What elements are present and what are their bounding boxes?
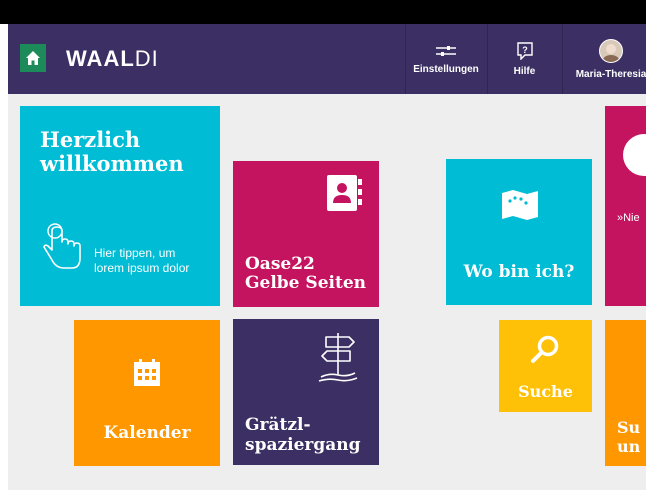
graetzl-spaziergang-tile[interactable]: Grätzl- spaziergang [233,319,379,465]
help-icon: ? [516,41,533,60]
gelbe-seiten-label: Oase22 Gelbe Seiten [245,254,366,293]
kalender-tile[interactable]: Kalender [74,320,220,466]
promo-tile[interactable]: »Nie [605,106,646,306]
home-button[interactable] [20,44,46,72]
settings-button[interactable]: Einstellungen [405,24,487,94]
app-screen: WAALDI Einstellungen ? Hilfe Maria-There… [8,24,646,490]
welcome-hint: Hier tippen, um lorem ipsum dolor [94,246,190,275]
welcome-tile[interactable]: Herzlich willkommen Hier tippen, um lore… [20,106,220,306]
hand-pointer-icon [43,223,81,269]
help-label: Hilfe [513,65,536,77]
sliders-icon [436,45,456,56]
partial-tile[interactable]: Su un [605,320,646,466]
partial-tile-label: Su un [617,418,641,456]
address-book-icon [327,175,362,211]
wo-bin-ich-label: Wo bin ich? [463,262,575,282]
user-profile-button[interactable]: Maria-Theresia [566,24,646,94]
signpost-icon [318,333,358,382]
settings-label: Einstellungen [413,63,479,75]
help-button[interactable]: ? Hilfe [487,24,562,94]
map-icon [502,190,538,220]
promo-icon [623,134,646,176]
promo-text: »Nie [617,212,640,224]
suche-label: Suche [518,382,573,401]
welcome-title: Herzlich willkommen [40,127,184,176]
graetzl-label: Grätzl- spaziergang [245,415,361,455]
user-name: Maria-Theresia [575,68,646,80]
avatar [599,38,623,63]
home-icon [26,51,40,65]
header-divider [562,24,563,94]
search-icon [531,335,559,363]
gelbe-seiten-tile[interactable]: Oase22 Gelbe Seiten [233,161,379,307]
kalender-label: Kalender [103,423,191,443]
top-bar [0,0,646,24]
suche-tile[interactable]: Suche [499,320,592,412]
wo-bin-ich-tile[interactable]: Wo bin ich? [446,159,592,305]
app-logo: WAALDI [66,46,159,71]
calendar-icon [134,359,160,386]
svg-text:?: ? [522,45,528,55]
app-header: WAALDI Einstellungen ? Hilfe Maria-There… [8,24,646,94]
